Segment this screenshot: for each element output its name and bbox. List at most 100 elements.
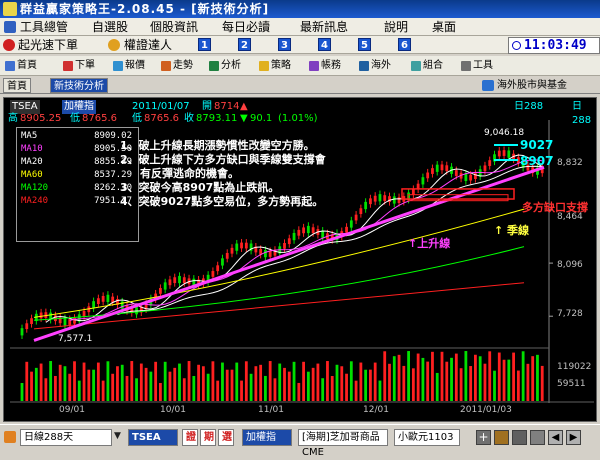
shortcut-2-button[interactable]: 2 [238, 38, 251, 51]
shortcut-5-button[interactable]: 5 [358, 38, 371, 51]
volume-bar [345, 373, 348, 401]
tab-home[interactable]: 首頁 [3, 78, 31, 93]
down-arrow-icon: ▼ [240, 113, 248, 124]
x-tick-1201: 12/01 [363, 405, 389, 415]
shortcut-3-button[interactable]: 3 [278, 38, 291, 51]
toolbar-overseas-button[interactable]: 海外 [358, 58, 391, 74]
clock: 11:03:49 [508, 37, 600, 54]
warrant-icon [108, 39, 120, 51]
menu-watchlist[interactable]: 自選股 [92, 18, 128, 36]
toolbar-trend-button[interactable]: 走勢 [160, 58, 193, 74]
menu-help[interactable]: 說明 [384, 18, 408, 36]
toolbar-quote-button[interactable]: 報價 [112, 58, 145, 74]
volume-bar [531, 356, 535, 401]
volume-bar [445, 361, 449, 401]
candle-body [168, 279, 172, 286]
volume-bar [526, 363, 530, 401]
range-select[interactable]: 日線288天 [20, 429, 112, 446]
candle-body [106, 294, 110, 302]
menu-latest-news[interactable]: 最新訊息 [300, 18, 348, 36]
toolbar-order-button[interactable]: 下單 [62, 58, 95, 74]
scroll-right-icon[interactable]: ▶ [566, 430, 581, 445]
shortcut-1-button[interactable]: 1 [198, 38, 211, 51]
candle-body [345, 226, 348, 233]
menu-bar: 工具總管 自選股 個股資訊 每日必讀 最新訊息 說明 桌面 [0, 18, 600, 36]
zoom-icon[interactable] [512, 430, 527, 445]
volume-bar [178, 363, 181, 401]
contract-select[interactable]: 小歐元1103 [394, 429, 460, 446]
legend-ma20: MA20 8855.29 [21, 157, 132, 167]
annotation-1: 1、破上升線長期漲勢慣性改變空方勝。 [120, 139, 315, 152]
volume-bar [30, 371, 33, 401]
chevron-down-icon[interactable]: ▼ [114, 431, 124, 443]
globe-icon [359, 61, 369, 71]
toolbar-combo-button[interactable]: 組合 [410, 58, 443, 74]
toolbar-strategy-button[interactable]: 策略 [258, 58, 291, 74]
toolbar-tools-button[interactable]: 工具 [460, 58, 493, 74]
candle-body [101, 295, 105, 302]
window-title: 群益贏家策略王-2.08.45 - [新技術分析] [20, 2, 270, 16]
volume-bar [149, 371, 153, 401]
volume-bar [378, 380, 382, 401]
candle-body [92, 301, 95, 309]
legend-ma120: MA120 8262.10 [21, 183, 132, 193]
news-button[interactable]: 證 [182, 429, 198, 446]
volume-bar [459, 368, 463, 401]
draw-tool-icon[interactable] [494, 430, 509, 445]
low-label-2: 低 [132, 113, 142, 124]
volume-bar [58, 364, 62, 401]
crosshair-icon[interactable]: + [476, 430, 491, 445]
warrant-link[interactable]: 權證達人 [124, 36, 172, 54]
analysis-icon [209, 61, 219, 71]
overseas-funds-link[interactable]: 海外股市與基金 [497, 78, 567, 93]
shortcut-4-button[interactable]: 4 [318, 38, 331, 51]
x-tick-1101: 11/01 [258, 405, 284, 415]
title-bar: 群益贏家策略王-2.08.45 - [新技術分析] [0, 0, 600, 18]
toolbar-analysis-button[interactable]: 分析 [208, 58, 241, 74]
volume-bar [273, 378, 277, 401]
options-button[interactable]: 選 [218, 429, 234, 446]
tab-tech-analysis[interactable]: 新技術分析 [50, 78, 108, 93]
menu-daily-read[interactable]: 每日必讀 [222, 18, 270, 36]
candle-body [359, 208, 363, 215]
menu-stock-info[interactable]: 個股資訊 [150, 18, 198, 36]
legend-ma10: MA10 8905.50 [21, 144, 132, 154]
change-pct: (1.01%) [278, 113, 318, 124]
chart-area[interactable]: TSEA 加權指 2011/01/07 開 8714 ▲ 日288 日288 高… [3, 97, 597, 422]
futures-button[interactable]: 期 [200, 429, 216, 446]
volume-bar [173, 367, 177, 401]
toolbar-home-button[interactable]: 首頁 [4, 58, 37, 74]
volume-bar [230, 369, 234, 401]
symbol-input[interactable]: TSEA [128, 429, 178, 446]
menu-desktop[interactable]: 桌面 [432, 18, 456, 36]
candle-body [221, 258, 224, 266]
toolbar-account-button[interactable]: 帳務 [308, 58, 341, 74]
volume-bar [139, 363, 143, 401]
candle-body [507, 150, 511, 158]
volume-bar [369, 369, 372, 401]
candle-body [211, 271, 215, 277]
volume-bar [120, 364, 124, 401]
scroll-left-icon[interactable]: ◀ [548, 430, 563, 445]
high-value: 8905.25 [20, 113, 62, 124]
volume-bar [321, 378, 325, 401]
volume-bar [426, 361, 430, 401]
fast-order-link[interactable]: 起光速下單 [18, 36, 78, 54]
volume-bar [44, 378, 48, 401]
shortcut-6-button[interactable]: 6 [398, 38, 411, 51]
volume-bar [474, 354, 477, 401]
candle-body [20, 328, 24, 336]
tools-icon [4, 21, 16, 33]
settings-icon[interactable] [530, 430, 545, 445]
menu-tools[interactable]: 工具總管 [20, 18, 68, 36]
trend-icon [161, 61, 171, 71]
level-8907-label: 8907 [520, 154, 554, 168]
candle-body [354, 214, 358, 221]
peak-label: 9,046.18 [484, 128, 525, 138]
y-tick-8096: 8,096 [557, 260, 583, 270]
volume-bar [516, 370, 520, 401]
volume-bar [359, 362, 363, 401]
futures-market-select[interactable]: [海期]芝加哥商品CME [298, 429, 388, 458]
candle-body [230, 247, 234, 254]
candle-body [96, 298, 100, 305]
